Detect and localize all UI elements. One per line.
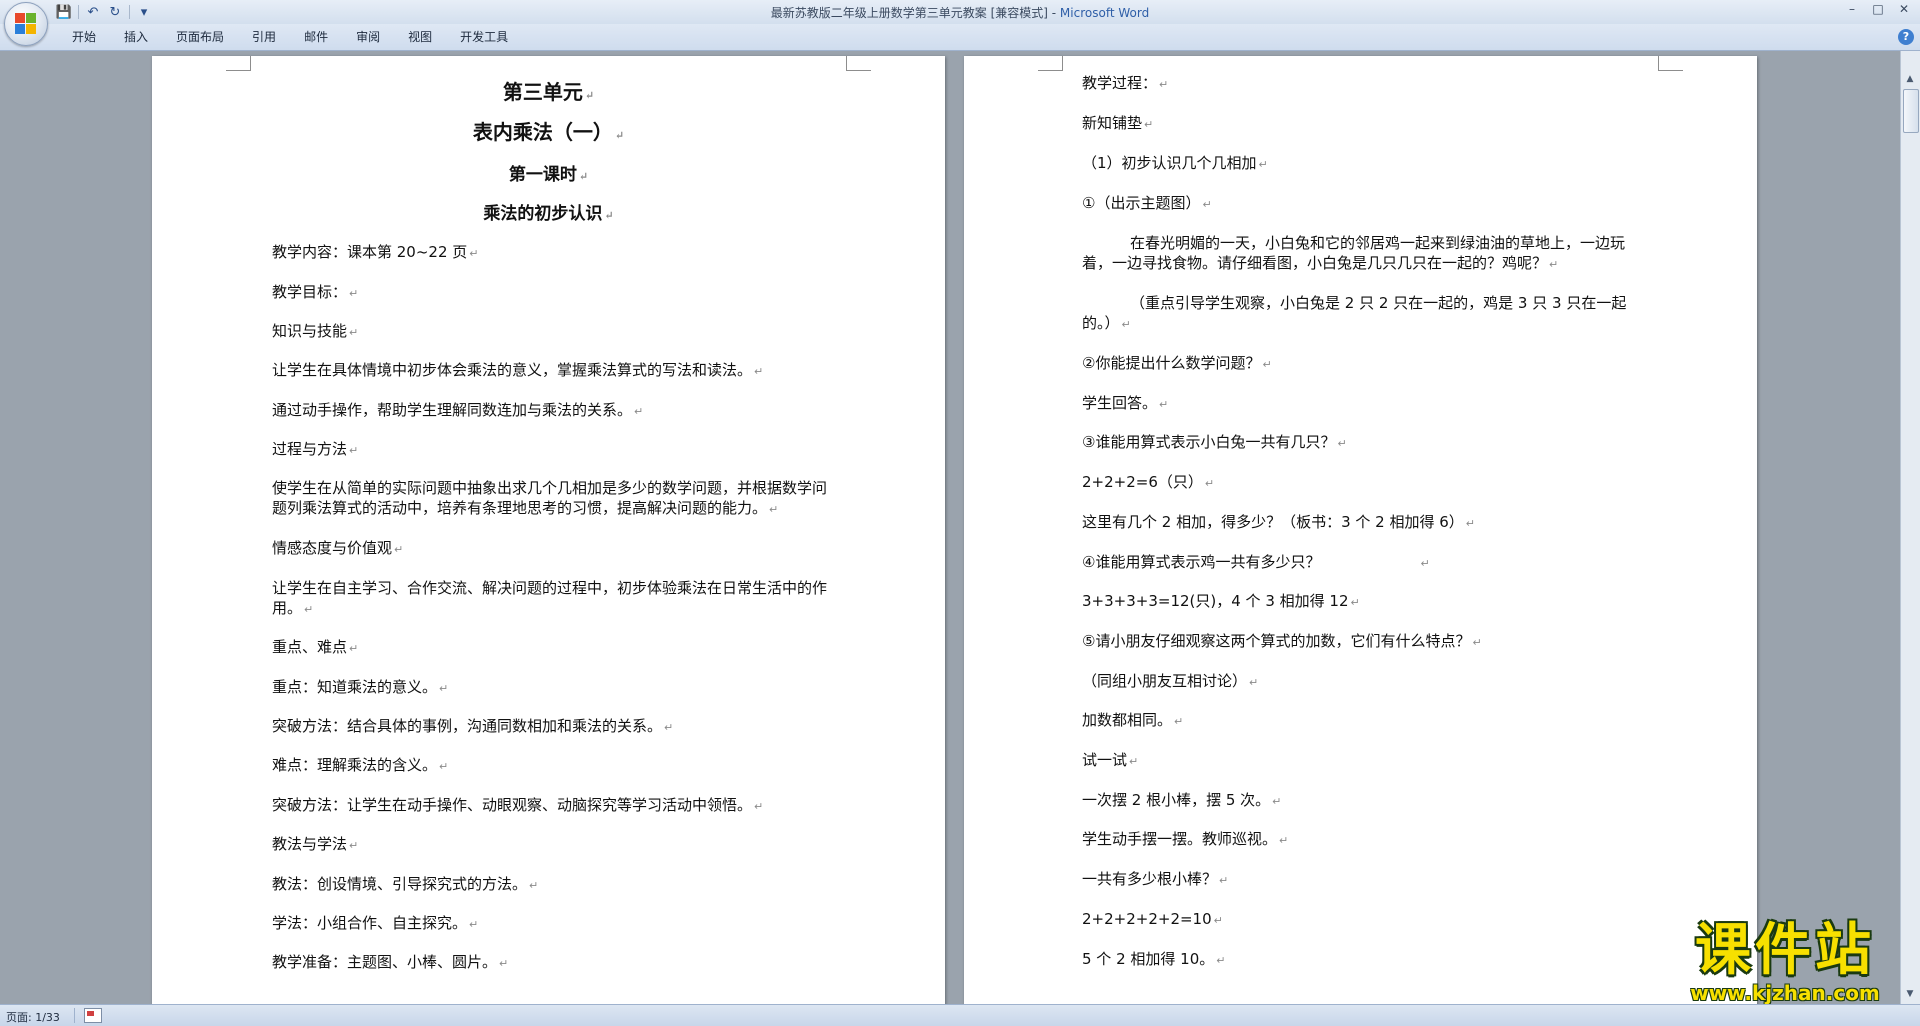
paragraph: 这里有几个 2 相加，得多少？（板书：3 个 2 相加得 6） ↵ [1082, 513, 1476, 531]
document-page-left[interactable]: 第三单元 ↵ 表内乘法（一） ↵ 第一课时 ↵ 乘法的初步认识 ↵ 教学内容：课本第 2… [152, 56, 945, 1004]
help-icon[interactable]: ? [1898, 29, 1914, 45]
maximize-button[interactable]: □ [1866, 0, 1890, 18]
crop-mark [1038, 56, 1063, 71]
scroll-up-icon[interactable]: ▲ [1902, 71, 1918, 87]
tab-home[interactable]: 开始 [58, 29, 110, 45]
paragraph: 突破方法：让学生在动手操作、动眼观察、动脑探究等学习活动中领悟。 ↵ [272, 796, 764, 814]
status-separator [74, 1008, 75, 1023]
status-bar: 页面: 1/33 [0, 1004, 1920, 1026]
crop-mark [1658, 56, 1683, 71]
paragraph: 一共有多少根小棒？ ↵ [1082, 870, 1229, 888]
paragraph: 重点、难点 ↵ [272, 638, 359, 656]
document-page-right[interactable]: 教学过程： ↵ 新知铺垫 ↵ （1）初步认识几个几相加 ↵ ①（出示主题图） ↵ 在春光… [964, 56, 1757, 1004]
tab-insert[interactable]: 插入 [110, 29, 162, 45]
paragraph: 2+2+2+2+2=10 ↵ [1082, 910, 1223, 928]
paragraph: 知识与技能 ↵ [272, 322, 359, 340]
paragraph: 2+2+2=6（只） ↵ [1082, 473, 1215, 491]
tab-review[interactable]: 审阅 [342, 29, 394, 45]
paragraph: ④谁能用算式表示鸡一共有多少只？ ↵ [1082, 553, 1430, 571]
paragraph: ③谁能用算式表示小白兔一共有几只？ ↵ [1082, 433, 1347, 451]
paragraph: 情感态度与价值观 ↵ [272, 539, 404, 557]
close-button[interactable]: ✕ [1892, 0, 1916, 18]
paragraph: 过程与方法 ↵ [272, 440, 359, 458]
paragraph: 教学准备：主题图、小棒、圆片。 ↵ [272, 953, 509, 971]
scroll-thumb[interactable] [1903, 89, 1919, 133]
title-bar: 💾 ↶ ↻ ▾ 最新苏教版二年级上册数学第三单元教案 [兼容模式] - Micr… [0, 0, 1920, 46]
paragraph: 学法：小组合作、自主探究。 ↵ [272, 914, 479, 932]
paragraph: 学生回答。 ↵ [1082, 394, 1169, 412]
proofing-icon[interactable] [84, 1008, 102, 1023]
document-area[interactable]: 第三单元 ↵ 表内乘法（一） ↵ 第一课时 ↵ 乘法的初步认识 ↵ 教学内容：课本第 2… [0, 51, 1901, 1004]
window-controls: – □ ✕ [1840, 0, 1916, 18]
tab-page-layout[interactable]: 页面布局 [162, 29, 238, 45]
paragraph: 教学过程： ↵ [1082, 74, 1169, 92]
paragraph: 教学内容：课本第 20~22 页 ↵ [272, 243, 479, 261]
office-logo-icon [15, 13, 37, 35]
vertical-scrollbar[interactable]: ▲ ▼ [1900, 51, 1920, 1004]
lesson-heading: 第一课时 ↵ [508, 165, 589, 185]
tab-mailings[interactable]: 邮件 [290, 29, 342, 45]
paragraph: 试一试 ↵ [1082, 751, 1139, 769]
paragraph: 一次摆 2 根小棒，摆 5 次。 ↵ [1082, 791, 1282, 809]
paragraph: 新知铺垫 ↵ [1082, 114, 1154, 132]
watermark-title: 课件站 [1695, 918, 1875, 983]
paragraph: ⑤请小朋友仔细观察这两个算式的加数，它们有什么特点？ ↵ [1082, 632, 1482, 650]
tab-view[interactable]: 视图 [394, 29, 446, 45]
paragraph: 教学目标： ↵ [272, 283, 359, 301]
paragraph: 让学生在具体情境中初步体会乘法的意义，掌握乘法算式的写法和读法。 ↵ [272, 361, 764, 379]
paragraph: 使学生在从简单的实际问题中抽象出求几个几相加是多少的数学问题，并根据数学问题列乘… [272, 479, 828, 517]
office-button[interactable] [4, 2, 48, 46]
topic-heading: 乘法的初步认识 ↵ [483, 204, 614, 224]
paragraph: 通过动手操作，帮助学生理解同数连加与乘法的关系。 ↵ [272, 401, 644, 419]
ribbon-tabs: 开始 插入 页面布局 引用 邮件 审阅 视图 开发工具 [58, 29, 522, 45]
scroll-down-icon[interactable]: ▼ [1902, 986, 1918, 1002]
paragraph: （重点引导学生观察，小白兔是 2 只 2 只在一起的，鸡是 3 只 3 只在一起… [1082, 294, 1627, 332]
paragraph: 加数都相同。 ↵ [1082, 711, 1184, 729]
crop-mark [846, 56, 871, 71]
paragraph: 教法：创设情境、引导探究式的方法。 ↵ [272, 875, 539, 893]
app-name: Microsoft Word [1059, 6, 1150, 20]
minimize-button[interactable]: – [1840, 0, 1864, 18]
paragraph: （1）初步认识几个几相加 ↵ [1082, 154, 1268, 172]
paragraph: ①（出示主题图） ↵ [1082, 194, 1212, 212]
tab-references[interactable]: 引用 [238, 29, 290, 45]
paragraph: 在春光明媚的一天，小白兔和它的邻居鸡一起来到绿油油的草地上，一边玩着，一边寻找食… [1082, 234, 1626, 272]
paragraph: ②你能提出什么数学问题？ ↵ [1082, 354, 1272, 372]
document-title: 最新苏教版二年级上册数学第三单元教案 [兼容模式] - [770, 6, 1060, 20]
window-title: 最新苏教版二年级上册数学第三单元教案 [兼容模式] - Microsoft Wo… [0, 4, 1920, 21]
paragraph: 让学生在自主学习、合作交流、解决问题的过程中，初步体验乘法在日常生活中的作用。 ↵ [272, 579, 828, 617]
chapter-title: 表内乘法（一） ↵ [472, 120, 625, 144]
paragraph: （同组小朋友互相讨论） ↵ [1082, 672, 1259, 690]
paragraph: 3+3+3+3=12(只)，4 个 3 相加得 12 ↵ [1082, 592, 1360, 610]
page-count[interactable]: 页面: 1/33 [6, 1009, 60, 1025]
watermark: 课件站 www.kjzhan.com [1670, 918, 1900, 1005]
paragraph: 重点：知道乘法的意义。 ↵ [272, 678, 449, 696]
tab-developer[interactable]: 开发工具 [446, 29, 522, 45]
unit-title: 第三单元 ↵ [502, 80, 595, 104]
paragraph: 难点：理解乘法的含义。 ↵ [272, 756, 449, 774]
paragraph: 突破方法：结合具体的事例，沟通同数相加和乘法的关系。 ↵ [272, 717, 674, 735]
paragraph: 教法与学法 ↵ [272, 835, 359, 853]
paragraph: 5 个 2 相加得 10。 ↵ [1082, 950, 1226, 968]
crop-mark [226, 56, 251, 71]
ribbon-tab-bar: 开始 插入 页面布局 引用 邮件 审阅 视图 开发工具 ? [0, 24, 1920, 51]
paragraph: 学生动手摆一摆。教师巡视。 ↵ [1082, 830, 1289, 848]
watermark-url: www.kjzhan.com [1690, 981, 1880, 1005]
